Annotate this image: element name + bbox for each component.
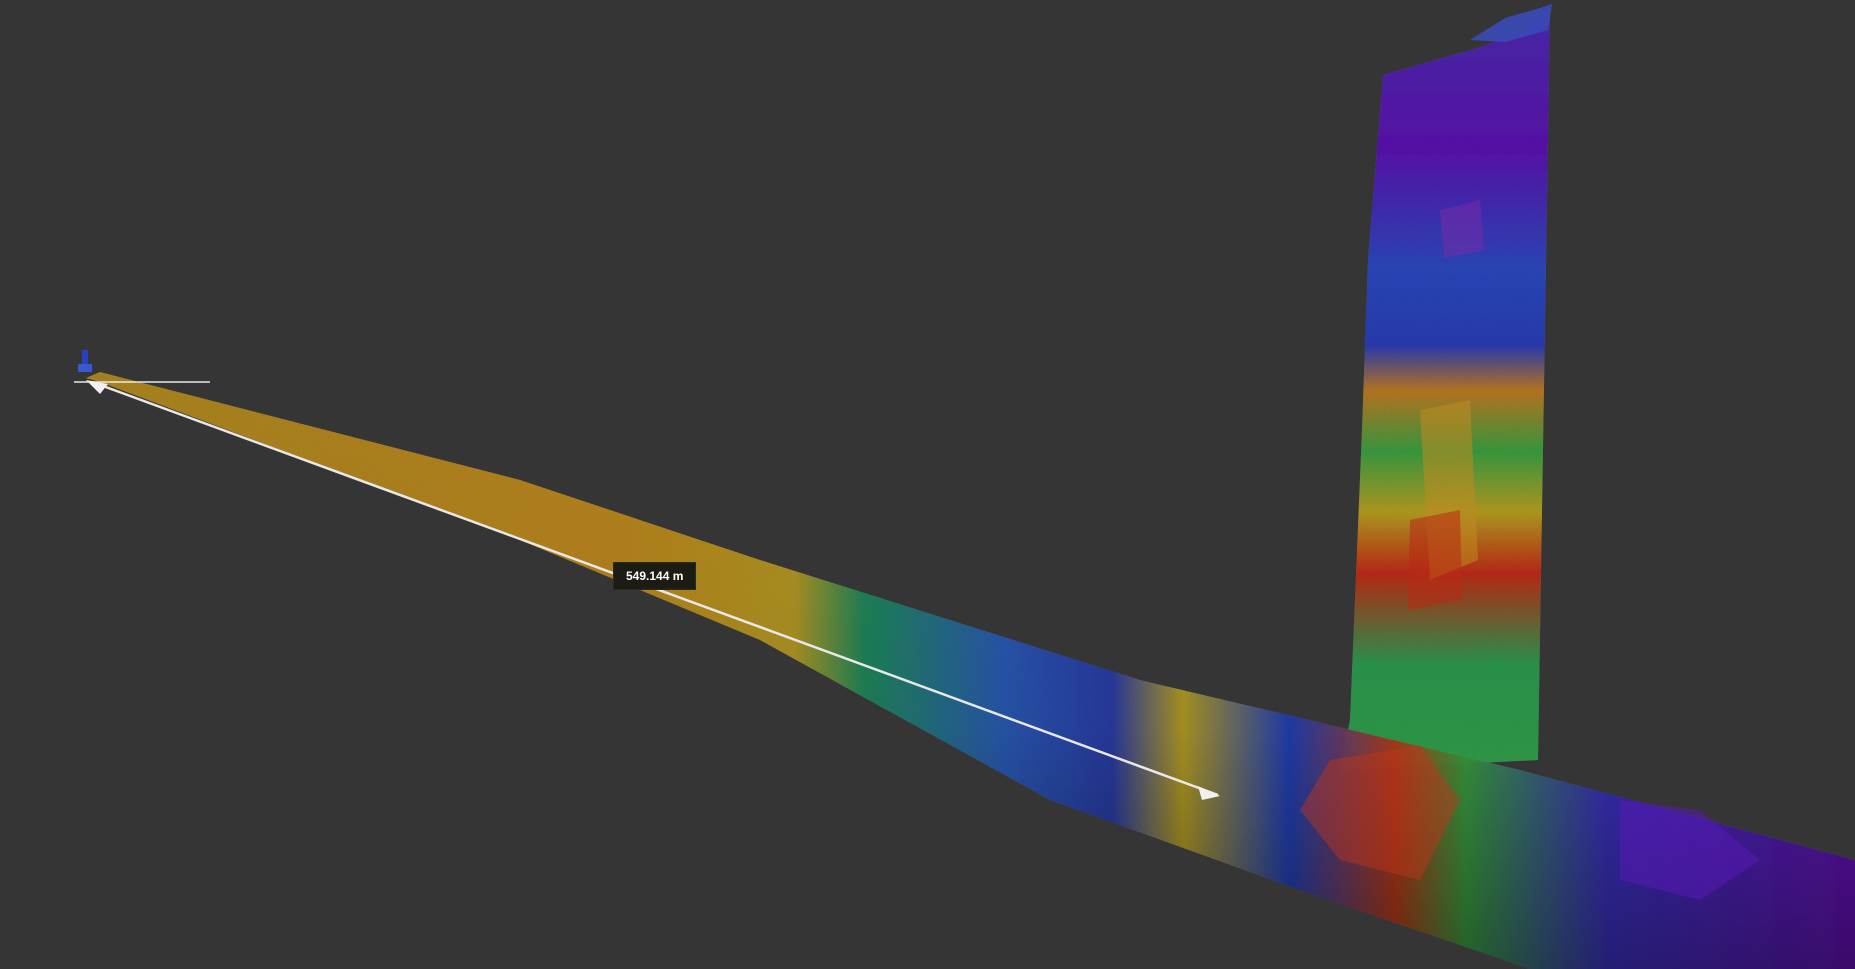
vertical-stack[interactable] xyxy=(1340,4,1552,770)
3d-viewport[interactable]: 549.144 m xyxy=(0,0,1855,969)
pipeline[interactable] xyxy=(86,372,1855,969)
distance-label: 549.144 m xyxy=(613,562,697,590)
point-cloud-scene[interactable] xyxy=(0,0,1855,969)
